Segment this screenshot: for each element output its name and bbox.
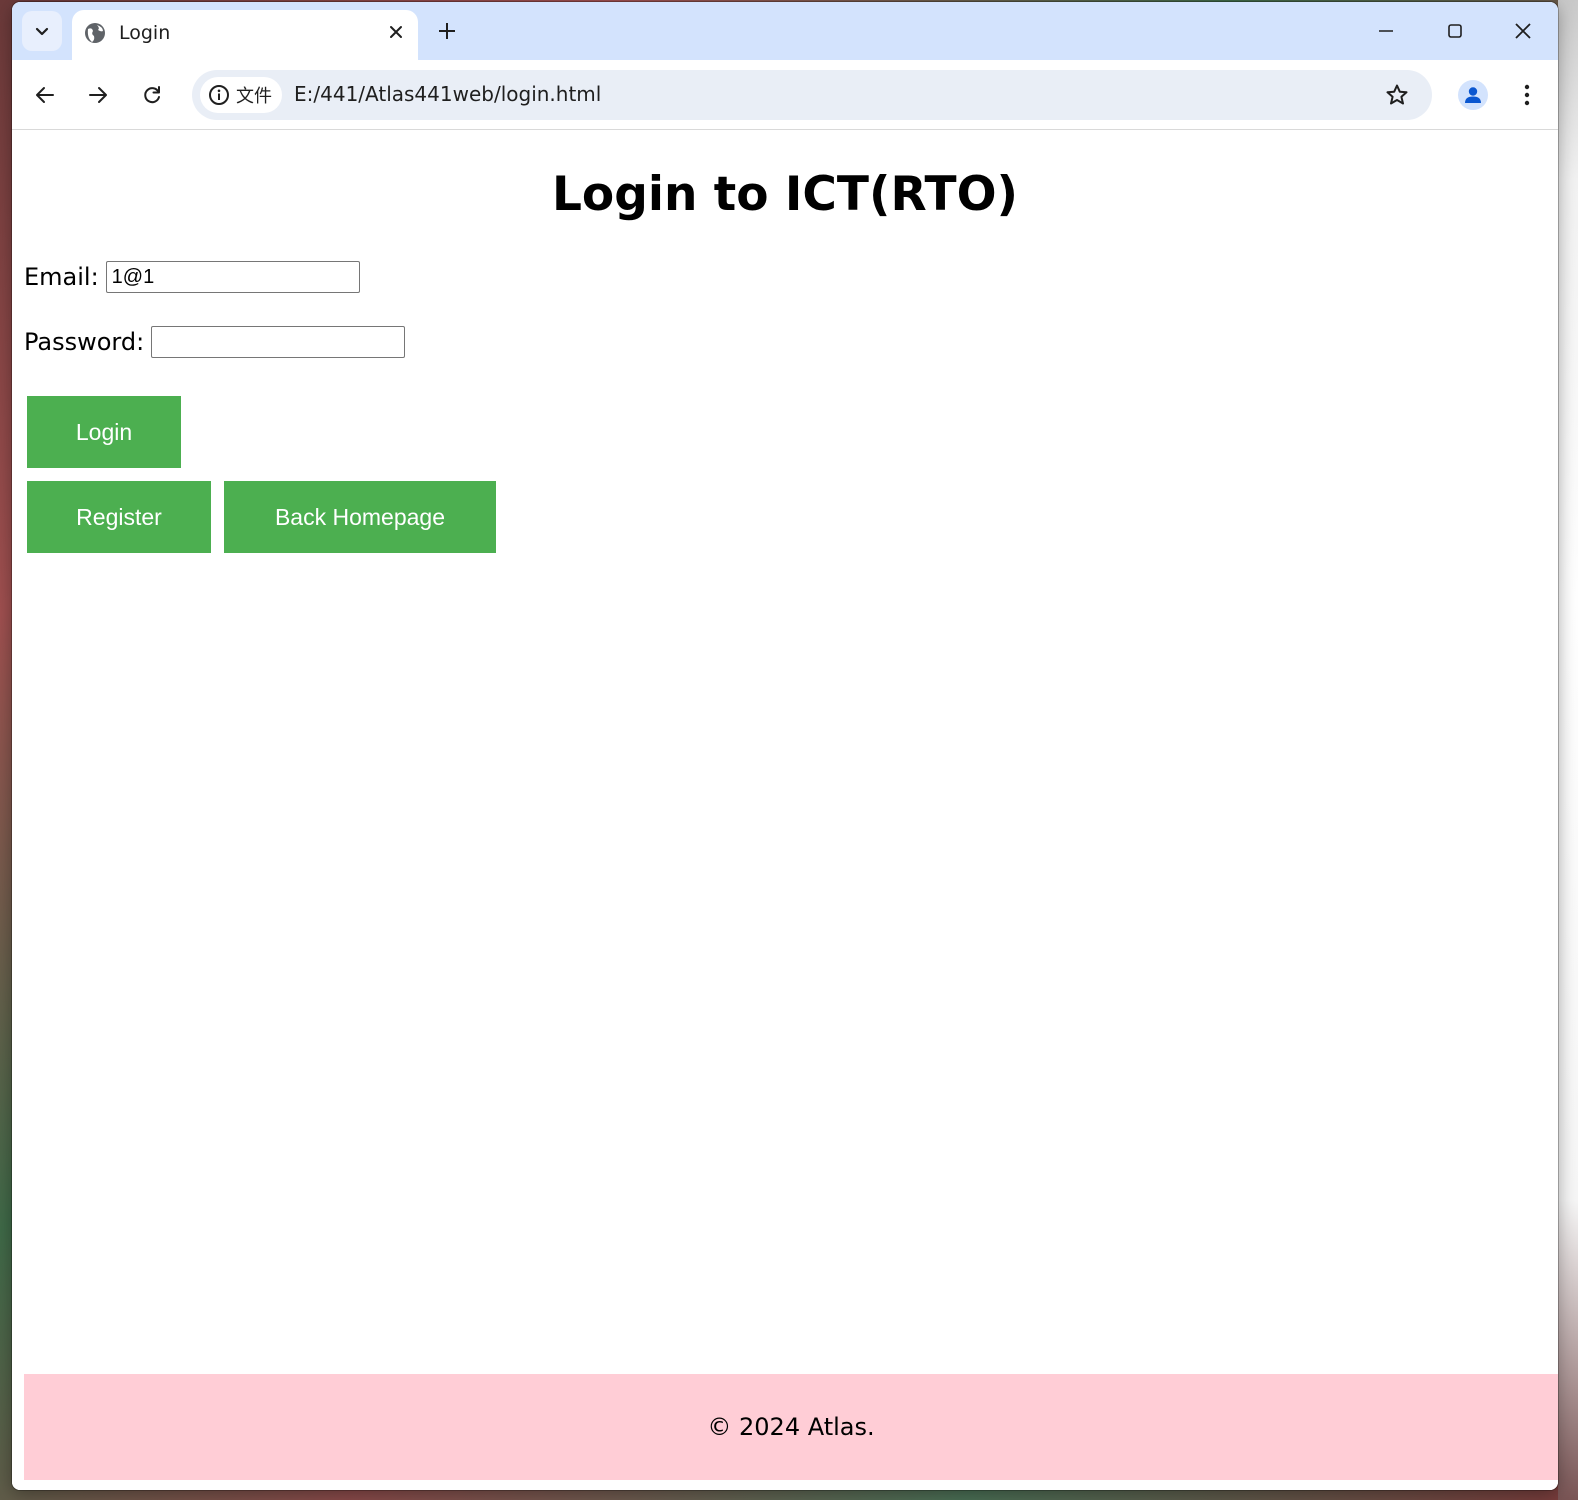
desktop-background <box>1558 0 1578 1500</box>
tab-search-button[interactable] <box>22 11 62 51</box>
close-tab-button[interactable] <box>384 20 408 44</box>
person-icon <box>1465 87 1481 103</box>
login-button[interactable]: Login <box>27 396 181 468</box>
password-row: Password: <box>24 326 406 358</box>
info-icon <box>209 85 229 105</box>
reload-icon <box>144 86 160 104</box>
minimize-icon <box>1379 30 1393 32</box>
profile-button[interactable] <box>1458 80 1488 110</box>
more-vertical-icon <box>1524 84 1530 106</box>
forward-button[interactable] <box>81 78 115 112</box>
star-icon <box>1386 84 1408 105</box>
close-icon <box>1515 23 1531 39</box>
new-tab-button[interactable] <box>432 16 462 46</box>
minimize-button[interactable] <box>1366 14 1406 48</box>
tab-title: Login <box>119 22 171 44</box>
bookmark-button[interactable] <box>1382 80 1412 110</box>
close-window-button[interactable] <box>1503 14 1543 48</box>
maximize-button[interactable] <box>1435 14 1475 48</box>
reload-button[interactable] <box>135 78 169 112</box>
arrow-right-icon <box>89 87 107 103</box>
globe-icon <box>85 23 105 43</box>
footer-copyright: © 2024 Atlas. <box>707 1413 875 1441</box>
footer: © 2024 Atlas. <box>24 1374 1558 1480</box>
tab-strip: Login <box>12 2 1558 62</box>
password-label: Password: <box>24 328 145 356</box>
site-info-label: 文件 <box>236 86 272 107</box>
browser-toolbar: 文件 E:/441/Atlas441web/login.html <box>12 60 1558 130</box>
password-input[interactable] <box>151 326 406 358</box>
page-title: Login to ICT(RTO) <box>551 167 1019 222</box>
chevron-down-icon <box>35 27 49 36</box>
email-input[interactable] <box>105 261 360 293</box>
register-button[interactable]: Register <box>27 481 211 553</box>
back-homepage-button[interactable]: Back Homepage <box>224 481 496 553</box>
tab-login[interactable]: Login <box>72 10 418 62</box>
close-icon <box>390 26 402 38</box>
browser-menu-button[interactable] <box>1512 80 1542 110</box>
site-info-button[interactable]: 文件 <box>200 77 282 113</box>
email-row: Email: <box>24 261 360 293</box>
plus-icon <box>439 23 455 39</box>
arrow-left-icon <box>36 87 54 103</box>
address-bar[interactable]: 文件 E:/441/Atlas441web/login.html <box>192 70 1432 120</box>
browser-window: Login 文件 E:/441/Atlas441web/login.html L… <box>12 2 1558 1490</box>
url-text[interactable]: E:/441/Atlas441web/login.html <box>294 82 601 106</box>
maximize-icon <box>1448 24 1462 38</box>
back-button[interactable] <box>28 78 62 112</box>
email-label: Email: <box>24 263 99 291</box>
page-content: Login to ICT(RTO) Email: Password: Login… <box>12 131 1558 1490</box>
